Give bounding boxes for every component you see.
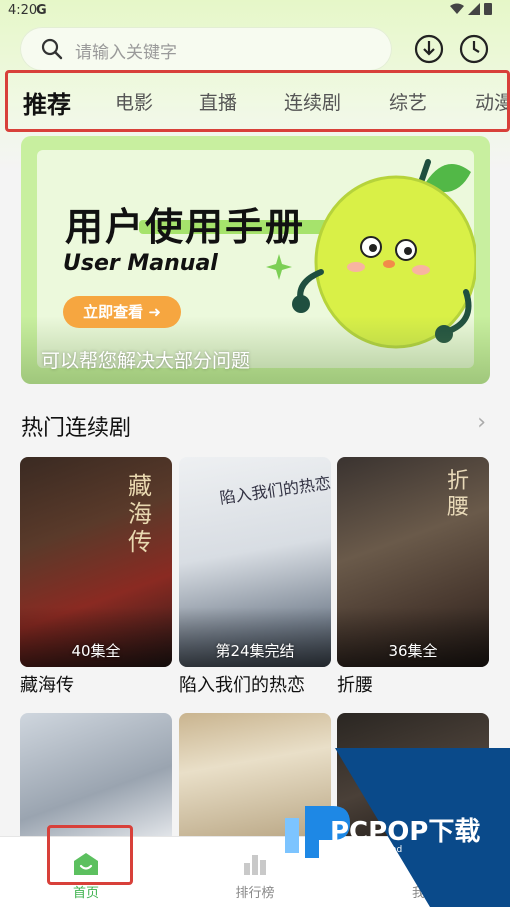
search-placeholder: 请输入关键字 (75, 43, 177, 63)
download-icon[interactable] (414, 34, 444, 64)
poster-art: 陷入我们的热恋 (218, 473, 331, 508)
episode-badge: 第24集完结 (215, 642, 295, 660)
banner-title: 用户使用手册 (65, 205, 306, 249)
category-tabs: 推荐 电影 直播 连续剧 综艺 动漫 (5, 70, 510, 132)
section-more-chevron-icon[interactable]: › (477, 410, 486, 435)
history-clock-icon[interactable] (459, 34, 489, 64)
google-icon: G (36, 3, 47, 18)
signal-icon (467, 3, 480, 15)
tab-movie[interactable]: 电影 (115, 88, 153, 115)
ranking-bars-icon (244, 855, 266, 875)
tab-series[interactable]: 连续剧 (284, 88, 341, 115)
view-now-button[interactable]: 立即查看 ➜ (63, 296, 181, 328)
section-title: 热门连续剧 (21, 416, 132, 441)
user-manual-banner[interactable]: 用户使用手册 User Manual 立即查看 ➜ 可以帮您解决大部分问题 (21, 136, 490, 384)
card-title: 陷入我们的热恋 (179, 675, 305, 696)
wifi-icon (449, 3, 464, 14)
drama-card[interactable]: 折腰 36集全 折腰 (337, 457, 489, 697)
poster-art: 藏海传 (128, 472, 152, 556)
watermark-brand: PCPOP下载 (330, 817, 480, 847)
poster-image: 折腰 36集全 (337, 457, 489, 667)
poster-image: 陷入我们的热恋 第24集完结 (179, 457, 331, 667)
search-input[interactable]: 请输入关键字 (20, 27, 392, 71)
poster-art: 折腰 (447, 469, 470, 520)
pcpop-watermark: PCPOP下载 PCPOP Download (285, 748, 510, 907)
drama-card[interactable]: 陷入我们的热恋 第24集完结 陷入我们的热恋 (179, 457, 331, 697)
watermark-sub: PCPOP Download (325, 845, 402, 855)
battery-icon (484, 3, 492, 15)
highlight-box (47, 825, 133, 885)
card-title: 藏海传 (20, 675, 74, 696)
banner-caption: 可以帮您解决大部分问题 (41, 350, 251, 372)
drama-card-poster[interactable] (20, 713, 172, 838)
banner-subtitle: User Manual (63, 251, 218, 276)
episode-badge: 40集全 (71, 642, 121, 660)
drama-card[interactable]: 藏海传 40集全 藏海传 (20, 457, 172, 697)
tab-anime[interactable]: 动漫 (475, 88, 507, 115)
poster-image: 藏海传 40集全 (20, 457, 172, 667)
tab-live[interactable]: 直播 (199, 88, 237, 115)
search-icon (41, 38, 63, 60)
episode-badge: 36集全 (388, 642, 438, 660)
status-time: 4:20 (8, 3, 38, 18)
card-title: 折腰 (337, 675, 373, 696)
status-bar: 4:20 G (0, 0, 510, 22)
status-icons (449, 2, 492, 19)
tab-variety[interactable]: 综艺 (389, 88, 427, 115)
tab-recommend[interactable]: 推荐 (23, 85, 71, 120)
